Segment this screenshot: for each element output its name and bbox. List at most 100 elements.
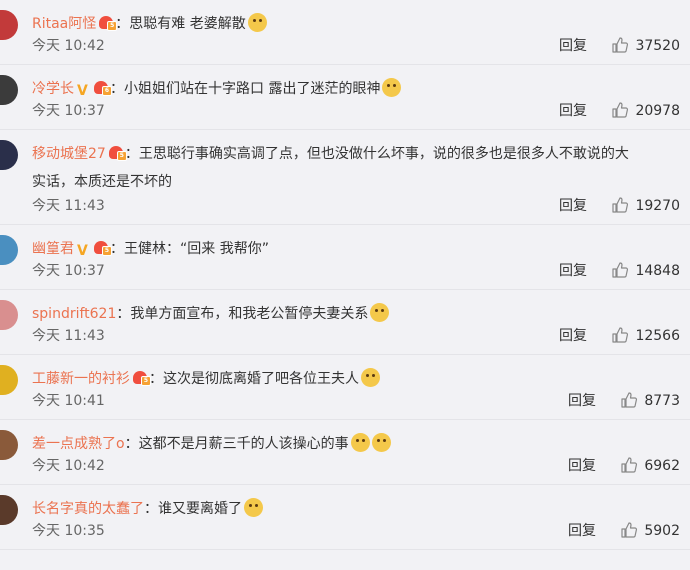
comment-content: Ritaa阿怪 5 ：思聪有难 老婆解散 (32, 10, 680, 38)
comment-time: 今天 10:35 (32, 523, 105, 539)
like-count[interactable]: 37520 (635, 36, 680, 56)
avatar[interactable] (0, 365, 18, 395)
username-link[interactable]: 工藤新一的衬衫 (32, 371, 130, 387)
doge-emoji-icon (361, 368, 380, 387)
avatar[interactable] (0, 495, 18, 525)
like-thumb-icon[interactable] (620, 391, 638, 409)
vip-level-badge: 5 (107, 21, 118, 31)
comment-item: spindrift621：我单方面宣布，和我老公暂停夫妻关系 今天 11:43 12… (0, 290, 690, 355)
avatar[interactable] (0, 235, 18, 265)
comment-text-line2: 实话，本质还是不坏的 (32, 174, 172, 190)
reply-button[interactable]: 回复 (568, 391, 596, 411)
reply-button[interactable]: 回复 (559, 101, 587, 121)
comment-content: spindrift621：我单方面宣布，和我老公暂停夫妻关系 (32, 300, 680, 328)
comment-item: 幽篁君 V 5 ：王健林：“回来 我帮你” 今天 10:37 14848 回复 (0, 225, 690, 290)
username-link[interactable]: Ritaa阿怪 (32, 16, 96, 32)
reply-button[interactable]: 回复 (559, 326, 587, 346)
comment-meta: 今天 11:43 19270 回复 (32, 196, 680, 216)
comment-text: 我单方面宣布，和我老公暂停夫妻关系 (130, 306, 369, 322)
comment-text: 王健林：“回来 我帮你” (124, 241, 269, 257)
comment-content: 移动城堡27 5 ：王思聪行事确实高调了点，但也没做什么坏事，说的很多也是很多人不敢… (32, 140, 680, 196)
comment-item: 移动城堡27 5 ：王思聪行事确实高调了点，但也没做什么坏事，说的很多也是很多人不敢… (0, 130, 690, 225)
comment-time: 今天 10:37 (32, 103, 105, 119)
vip-heart-icon: 5 (99, 16, 118, 31)
like-thumb-icon[interactable] (611, 261, 629, 279)
like-thumb-icon[interactable] (611, 101, 629, 119)
doge-emoji-icon (247, 13, 267, 32)
separator-colon: ： (124, 436, 139, 452)
like-thumb-icon[interactable] (611, 36, 629, 54)
avatar[interactable] (0, 140, 18, 170)
comment-content: 幽篁君 V 5 ：王健林：“回来 我帮你” (32, 235, 680, 263)
doge-emoji-icon (382, 78, 402, 97)
vip-heart-icon: 5 (94, 241, 112, 256)
reply-button[interactable]: 回复 (568, 521, 596, 541)
comment-meta: 今天 10:42 6962 回复 (32, 456, 680, 476)
comment-content: 长名字真的太蠢了：谁又要离婚了 (32, 495, 680, 523)
reply-button[interactable]: 回复 (559, 261, 587, 281)
comment-text: 思聪有难 老婆解散 (129, 16, 246, 32)
reply-button[interactable]: 回复 (559, 36, 587, 56)
comment-item: 差一点成熟了o：这都不是月薪三千的人该操心的事 今天 10:42 6962 回复 (0, 420, 690, 485)
separator-colon: ： (149, 371, 163, 387)
verified-v-icon: V (77, 83, 88, 99)
username-link[interactable]: 移动城堡27 (32, 146, 106, 162)
avatar[interactable] (0, 75, 18, 105)
like-count[interactable]: 20978 (635, 101, 680, 121)
comment-text: 这都不是月薪三千的人该操心的事 (138, 436, 349, 452)
comment-list: Ritaa阿怪 5 ：思聪有难 老婆解散 今天 10:42 37520 回复 冷学长 V 6 ：小… (0, 0, 690, 570)
comment-text: 小姐姐们站在十字路口 露出了迷茫的眼神 (124, 81, 381, 97)
username-link[interactable]: 冷学长 (32, 81, 74, 97)
doge-emoji-icon (370, 303, 390, 322)
like-count[interactable]: 12566 (635, 326, 680, 346)
username-link[interactable]: 长名字真的太蠢了 (32, 501, 144, 517)
comment-meta: 今天 10:35 5902 回复 (32, 521, 680, 541)
comment-meta: 今天 10:37 20978 回复 (32, 101, 680, 121)
comment-content: 工藤新一的衬衫 5 ：这次是彻底离婚了吧各位王夫人 (32, 365, 680, 393)
avatar[interactable] (0, 430, 18, 460)
comment-text: 这次是彻底离婚了吧各位王夫人 (163, 371, 359, 387)
comment-meta: 今天 10:41 8773 回复 (32, 391, 680, 411)
like-thumb-icon[interactable] (620, 456, 638, 474)
doge-emoji-icon (244, 498, 263, 517)
vip-heart-icon: 6 (94, 81, 112, 96)
separator-colon: ： (110, 81, 124, 97)
comment-item: 工藤新一的衬衫 5 ：这次是彻底离婚了吧各位王夫人今天 10:41 8773 回复 (0, 355, 690, 420)
comment-text: 王思聪行事确实高调了点，但也没做什么坏事，说的很多也是很多人不敢说的大 (138, 146, 629, 162)
doge-emoji-icon (350, 433, 370, 452)
like-count[interactable]: 14848 (635, 261, 680, 281)
comment-content: 差一点成熟了o：这都不是月薪三千的人该操心的事 (32, 430, 680, 458)
username-link[interactable]: 差一点成熟了o (32, 436, 125, 452)
comment-meta: 今天 10:37 14848 回复 (32, 261, 680, 281)
comment-time: 今天 10:41 (32, 393, 105, 409)
username-link[interactable]: 幽篁君 (32, 241, 74, 257)
like-thumb-icon[interactable] (611, 196, 629, 214)
vip-level-badge: 5 (116, 151, 127, 161)
avatar[interactable] (0, 10, 18, 40)
like-thumb-icon[interactable] (611, 326, 629, 344)
comment-content: 冷学长 V 6 ：小姐姐们站在十字路口 露出了迷茫的眼神 (32, 75, 680, 103)
separator-colon: ： (144, 501, 158, 517)
comment-item: Ritaa阿怪 5 ：思聪有难 老婆解散 今天 10:42 37520 回复 (0, 0, 690, 65)
vip-level-badge: 5 (102, 246, 112, 256)
like-thumb-icon[interactable] (620, 521, 638, 539)
vip-level-badge: 5 (141, 376, 151, 386)
separator-colon: ： (116, 306, 131, 322)
comment-text: 谁又要离婚了 (158, 501, 242, 517)
comment-meta: 今天 11:43 12566 回复 (32, 326, 680, 346)
username-link[interactable]: spindrift621 (32, 306, 116, 322)
separator-colon: ： (124, 146, 139, 162)
vip-heart-icon: 5 (108, 146, 127, 161)
comment-time: 今天 10:42 (32, 38, 105, 54)
comment-time: 今天 11:43 (32, 198, 105, 214)
like-count[interactable]: 19270 (635, 196, 680, 216)
reply-button[interactable]: 回复 (559, 196, 587, 216)
comment-item: 冷学长 V 6 ：小姐姐们站在十字路口 露出了迷茫的眼神今天 10:37 20978 回复 (0, 65, 690, 130)
doge-emoji-icon (371, 433, 391, 452)
avatar[interactable] (0, 300, 18, 330)
reply-button[interactable]: 回复 (568, 456, 596, 476)
like-count[interactable]: 8773 (644, 391, 680, 411)
like-count[interactable]: 6962 (644, 456, 680, 476)
vip-level-badge: 6 (102, 86, 112, 96)
like-count[interactable]: 5902 (644, 521, 680, 541)
